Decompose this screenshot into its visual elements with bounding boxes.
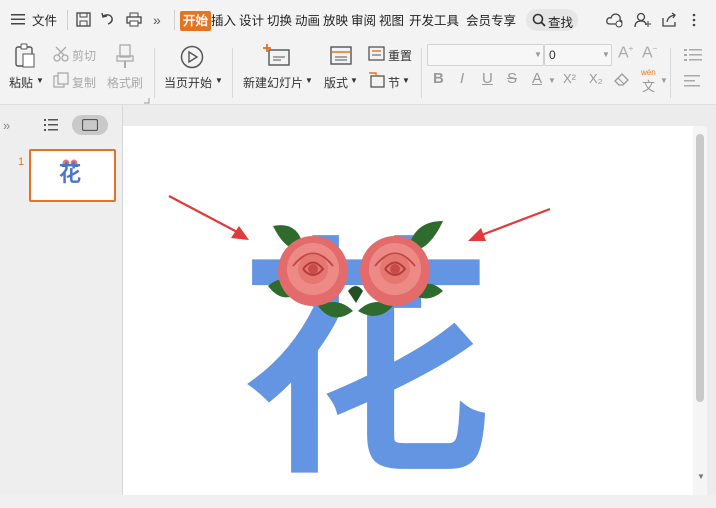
- pinyin-dropdown-icon[interactable]: ▼: [660, 76, 668, 85]
- font-name-select[interactable]: ▼: [427, 44, 544, 66]
- thumbnail-char: 花: [59, 162, 82, 187]
- font-name-dropdown-icon[interactable]: ▼: [534, 50, 542, 59]
- tab-view[interactable]: 视图: [379, 11, 404, 31]
- paste-button[interactable]: 粘贴: [9, 74, 33, 91]
- section-button[interactable]: 节: [388, 74, 400, 91]
- layout-dropdown-icon[interactable]: ▼: [350, 76, 358, 85]
- divider: [154, 48, 155, 98]
- paste-icon[interactable]: [13, 43, 37, 72]
- play-current-button[interactable]: 当页开始: [164, 74, 212, 91]
- scroll-down-icon[interactable]: ▼: [697, 472, 705, 481]
- save-icon[interactable]: [76, 12, 91, 30]
- subscript-button[interactable]: X₂: [589, 71, 603, 86]
- font-grow-icon[interactable]: A+: [618, 44, 633, 62]
- font-shrink-icon[interactable]: A−: [642, 44, 657, 62]
- hamburger-icon[interactable]: [11, 13, 25, 28]
- search-box[interactable]: 查找: [526, 9, 578, 31]
- align-left-icon[interactable]: [684, 74, 702, 91]
- font-color-button[interactable]: A: [532, 70, 542, 87]
- search-icon: [532, 13, 546, 30]
- add-user-icon[interactable]: [634, 12, 652, 31]
- paste-dropdown-icon[interactable]: ▼: [36, 76, 44, 85]
- new-slide-button[interactable]: 新建幻灯片: [243, 74, 303, 91]
- slide-number: 1: [18, 156, 25, 168]
- thumbnail-view-toggle[interactable]: [72, 115, 108, 135]
- divider: [670, 48, 671, 98]
- section-dropdown-icon[interactable]: ▼: [402, 76, 410, 85]
- font-size-dropdown-icon[interactable]: ▼: [602, 50, 610, 59]
- bold-button[interactable]: B: [433, 70, 444, 87]
- copy-icon: [53, 72, 69, 91]
- thumbnail-view-icon: [81, 118, 99, 134]
- print-icon[interactable]: [126, 12, 142, 30]
- file-menu[interactable]: 文件: [32, 11, 57, 31]
- tab-home[interactable]: 开始: [180, 11, 212, 31]
- divider: [421, 48, 422, 98]
- tab-insert[interactable]: 插入: [211, 11, 236, 31]
- format-painter-button[interactable]: 格式刷: [107, 74, 143, 91]
- play-icon[interactable]: [180, 45, 204, 72]
- font-color-dropdown-icon[interactable]: ▼: [548, 76, 556, 85]
- undo-icon[interactable]: [100, 12, 116, 30]
- italic-button[interactable]: I: [460, 70, 464, 87]
- tab-slideshow[interactable]: 放映: [323, 11, 348, 31]
- rose-decoration[interactable]: [258, 211, 453, 331]
- section-icon[interactable]: [368, 72, 386, 91]
- copy-button[interactable]: 复制: [72, 74, 96, 91]
- more-options-icon[interactable]: [692, 12, 696, 31]
- layout-button[interactable]: 版式: [324, 74, 348, 91]
- divider: [174, 10, 175, 30]
- reset-icon[interactable]: [368, 46, 386, 65]
- play-dropdown-icon[interactable]: ▼: [215, 76, 223, 85]
- bullet-list-icon[interactable]: [684, 48, 704, 65]
- scissors-icon: [53, 46, 69, 65]
- font-size-value: 0: [549, 48, 556, 62]
- divider: [67, 10, 68, 30]
- cut-button[interactable]: 剪切: [72, 47, 96, 64]
- font-size-select[interactable]: 0 ▼: [544, 44, 612, 66]
- vertical-scrollbar[interactable]: ▼: [693, 126, 707, 495]
- tab-design[interactable]: 设计: [239, 11, 264, 31]
- underline-button[interactable]: U: [482, 70, 493, 87]
- search-label: 查找: [548, 16, 574, 30]
- tab-review[interactable]: 审阅: [351, 11, 376, 31]
- layout-icon[interactable]: [330, 46, 352, 69]
- ribbon-toolbar: 粘贴 ▼ 剪切 复制 格式刷 当页开始 ▼ 新建幻灯片 ▼ 版式 ▼ 重置 节 …: [0, 40, 716, 105]
- more-chevrons-icon[interactable]: »: [153, 12, 161, 28]
- scrollbar-thumb[interactable]: [696, 134, 704, 402]
- menu-bar: 文件 » 开始 插入 设计 切换 动画 放映 审阅 视图 开发工具 会员专享 查…: [0, 0, 716, 40]
- tab-animation[interactable]: 动画: [295, 11, 320, 31]
- annotation-arrow-right: [468, 207, 551, 241]
- new-slide-dropdown-icon[interactable]: ▼: [305, 76, 313, 85]
- slide-thumbnail[interactable]: 花: [29, 149, 116, 202]
- cloud-sync-icon[interactable]: [606, 12, 624, 31]
- format-painter-icon: [116, 44, 134, 73]
- new-slide-icon[interactable]: [263, 44, 291, 71]
- tab-transition[interactable]: 切换: [267, 11, 292, 31]
- share-icon[interactable]: [661, 12, 677, 31]
- outline-view-icon[interactable]: [44, 119, 58, 134]
- collapse-panel-icon[interactable]: »: [3, 118, 10, 133]
- reset-button[interactable]: 重置: [388, 47, 412, 64]
- tab-member[interactable]: 会员专享: [466, 11, 516, 31]
- strikethrough-button[interactable]: S: [507, 70, 517, 87]
- divider: [232, 48, 233, 98]
- wen-glyph: 文: [642, 79, 656, 94]
- eraser-icon[interactable]: [614, 72, 630, 89]
- slide-canvas[interactable]: 花: [123, 126, 693, 495]
- tab-developer[interactable]: 开发工具: [409, 11, 459, 31]
- annotation-arrow-left: [168, 195, 249, 240]
- superscript-button[interactable]: X²: [563, 71, 576, 86]
